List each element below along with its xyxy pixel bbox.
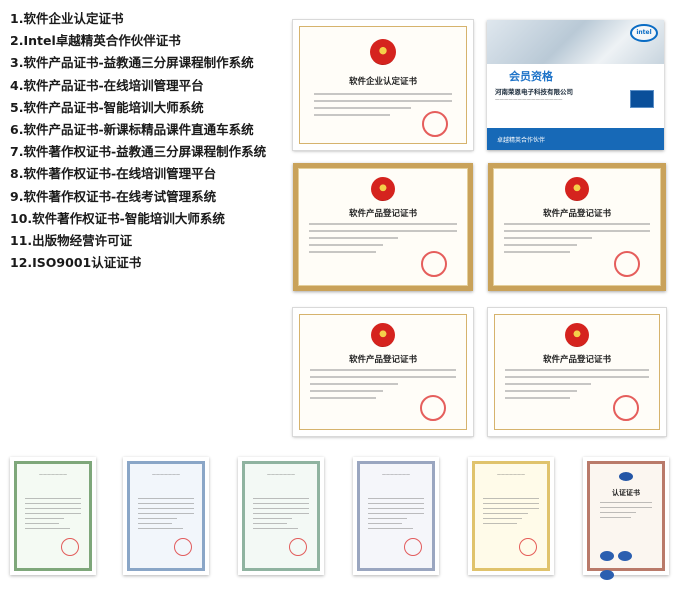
national-emblem-icon — [565, 177, 589, 201]
copyright-certificate: ——————— — [238, 457, 324, 575]
list-item: 1.软件企业认定证书 — [10, 11, 124, 26]
certificate-title: 软件产品登记证书 — [348, 209, 417, 219]
product-certificate: 软件产品登记证书 — [292, 307, 474, 437]
copyright-certificate: ——————— — [123, 457, 209, 575]
red-seal-icon — [422, 111, 448, 137]
certificate-body-text — [368, 498, 424, 533]
list-item: 2.Intel卓越精英合作伙伴证书 — [10, 33, 181, 49]
list-item: 4.软件产品证书-在线培训管理平台 — [10, 77, 204, 93]
certification-logo-icon — [619, 472, 633, 481]
header-lines: ——————— — [267, 472, 295, 477]
red-seal-icon — [613, 395, 639, 421]
copyright-certificate: ——————— — [353, 457, 439, 575]
certificate-title: 软件企业认定证书 — [348, 77, 417, 87]
certificate-title: 认证证书 — [612, 489, 640, 497]
list-item: 12.ISO9001认证证书 — [10, 255, 142, 271]
subtitle-lines: ——————————————— — [495, 98, 563, 103]
product-certificate: 软件产品登记证书 — [293, 163, 473, 291]
red-seal-icon — [421, 251, 447, 277]
certificate-body-text — [253, 498, 309, 533]
certificate-body-text — [25, 498, 81, 533]
list-item: 10.软件著作权证书-智能培训大师系统 — [10, 210, 225, 226]
certificate-title: 软件产品登记证书 — [348, 355, 417, 365]
header-lines: ——————— — [152, 472, 180, 477]
software-enterprise-certificate: 软件企业认定证书 — [292, 19, 474, 151]
certificate-body-text — [600, 502, 652, 522]
red-seal-icon — [61, 538, 79, 556]
red-seal-icon — [519, 538, 537, 556]
intel-logo: intel — [630, 24, 658, 42]
intel-badge-icon — [630, 90, 654, 108]
national-emblem-icon — [371, 177, 395, 201]
national-emblem-icon — [371, 323, 395, 347]
red-seal-icon — [404, 538, 422, 556]
list-item: 3.软件产品证书-益教通三分屏课程制作系统 — [10, 55, 254, 71]
national-emblem-icon — [565, 323, 589, 347]
list-item: 5.软件产品证书-智能培训大师系统 — [10, 99, 204, 115]
certificate-body-text — [138, 498, 194, 533]
header-lines: ——————— — [497, 472, 525, 477]
intel-partner-certificate: intel 会员资格 河南荣恩电子科技有限公司 ——————————————— … — [487, 20, 664, 150]
certificate-body-text — [483, 498, 539, 528]
member-label: 会员资格 — [509, 70, 553, 83]
list-item: 6.软件产品证书-新课标精品课件直通车系统 — [10, 121, 254, 137]
red-seal-icon — [174, 538, 192, 556]
list-item: 11.出版物经营许可证 — [10, 232, 133, 248]
certificate-title: 软件产品登记证书 — [542, 355, 611, 365]
red-seal-icon — [420, 395, 446, 421]
list-item: 7.软件著作权证书-益教通三分屏课程制作系统 — [10, 144, 267, 160]
header-lines: ——————— — [382, 472, 410, 477]
red-seal-icon — [289, 538, 307, 556]
red-seal-icon — [614, 251, 640, 277]
product-certificate: 软件产品登记证书 — [488, 163, 666, 291]
list-item: 9.软件著作权证书-在线考试管理系统 — [10, 188, 217, 204]
certificate-list: 1.软件企业认定证书 2.Intel卓越精英合作伙伴证书 3.软件产品证书-益教… — [10, 8, 266, 274]
iso9001-certificate: 认证证书 — [583, 457, 669, 580]
program-name: 卓越精英合作伙伴 — [497, 137, 546, 144]
copyright-certificate: ——————— — [10, 457, 96, 575]
certificate-title: 软件产品登记证书 — [542, 209, 611, 219]
list-item: 8.软件著作权证书-在线培训管理平台 — [10, 166, 217, 182]
accreditation-logos — [600, 546, 652, 580]
publication-business-license: ——————— — [468, 457, 554, 575]
header-lines: ——————— — [39, 472, 67, 477]
national-emblem-icon — [370, 39, 396, 65]
product-certificate: 软件产品登记证书 — [487, 307, 667, 437]
company-name: 河南荣恩电子科技有限公司 — [495, 88, 573, 96]
